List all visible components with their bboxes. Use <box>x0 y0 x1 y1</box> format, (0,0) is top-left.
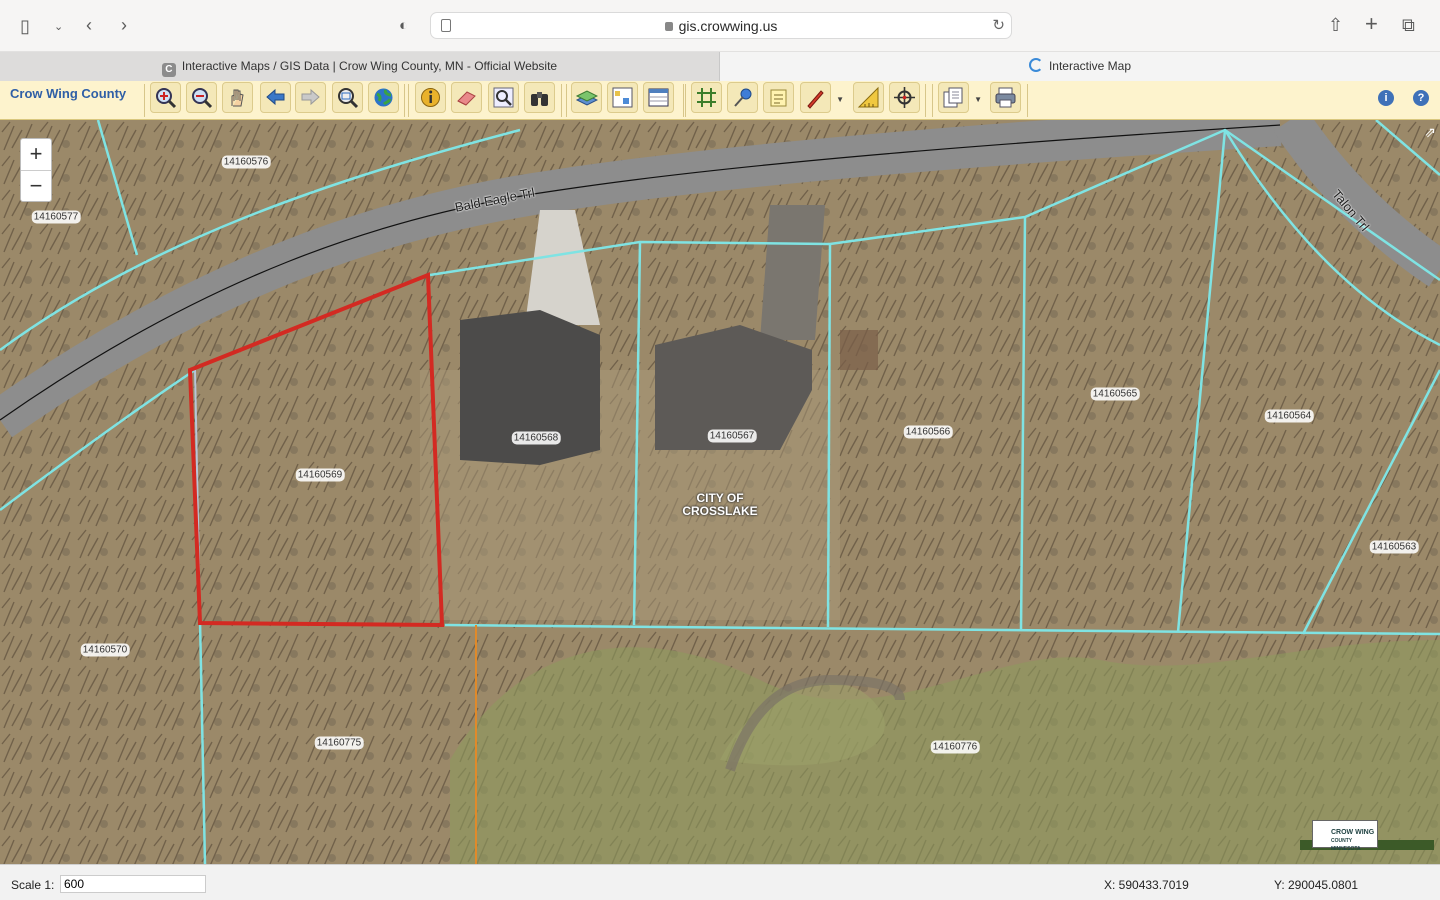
back-arrow-icon[interactable]: ‹ <box>86 15 92 35</box>
forward-arrow-icon[interactable]: › <box>121 15 127 35</box>
shield-icon[interactable]: ◐ <box>399 16 408 36</box>
previous-extent-button[interactable] <box>260 82 291 113</box>
zoom-to-extent-icon <box>338 88 359 109</box>
crosshair-icon <box>894 87 915 108</box>
eraser-button[interactable] <box>451 82 482 113</box>
tab-overview-icon[interactable]: ⧉ <box>1402 15 1415 35</box>
expand-icon[interactable]: ⇗ <box>1424 124 1436 141</box>
layers-icon <box>575 90 598 106</box>
draw-pen-icon <box>807 90 824 109</box>
parcel-label[interactable]: 14160568 <box>511 431 561 445</box>
previous-extent-icon <box>266 88 285 106</box>
browser-toolbar: ▯ ⌄ ‹ › ◐ gis.crowwing.us ↻ ⇧ + ⧉ <box>0 0 1440 52</box>
dropdown-arrow-icon[interactable]: ▼ <box>974 95 982 104</box>
parcel-label[interactable]: 14160564 <box>1264 409 1314 423</box>
map-canvas[interactable]: + − 14160576 14160577 14160569 14160568 … <box>0 120 1440 864</box>
pan-hand-button[interactable] <box>222 82 253 113</box>
lock-icon <box>664 22 673 31</box>
pushpin-button[interactable] <box>727 82 758 113</box>
zoom-in-button[interactable]: + <box>21 139 51 170</box>
identify-button[interactable] <box>415 82 446 113</box>
notes-icon <box>770 89 787 107</box>
printer-button[interactable] <box>990 82 1021 113</box>
info-icon[interactable]: i <box>1378 90 1394 106</box>
next-extent-icon <box>301 88 320 106</box>
parcel-label[interactable]: 14160570 <box>80 643 130 657</box>
binoculars-icon <box>531 92 548 106</box>
binoculars-button[interactable] <box>524 82 555 113</box>
zoom-control: + − <box>20 138 52 202</box>
legend-button[interactable] <box>607 82 638 113</box>
parcel-label[interactable]: 14160563 <box>1369 540 1419 554</box>
full-extent-globe-button[interactable] <box>368 82 399 113</box>
tab-interactive-map[interactable]: Interactive Map <box>720 52 1440 81</box>
draw-pen-button[interactable]: ▼ <box>800 82 844 113</box>
table-icon <box>648 88 669 107</box>
print-layout-button[interactable]: ▼ <box>938 82 982 113</box>
scale-input[interactable] <box>60 875 206 893</box>
pushpin-icon <box>734 88 752 107</box>
zoom-out-tool-button[interactable] <box>186 82 217 113</box>
city-label: CITY OF CROSSLAKE <box>682 491 758 518</box>
zoom-to-extent-button[interactable] <box>332 82 363 113</box>
search-magnifier-icon <box>493 87 514 108</box>
zoom-out-tool-icon <box>192 88 213 109</box>
parcel-label[interactable]: 14160576 <box>221 155 271 169</box>
table-button[interactable] <box>643 82 674 113</box>
tab-crow-wing-website[interactable]: C Interactive Maps / GIS Data | Crow Wing… <box>0 52 720 81</box>
parcel-label[interactable]: 14160565 <box>1090 387 1140 401</box>
favicon-c-icon: C <box>161 63 176 77</box>
share-icon[interactable]: ⇧ <box>1328 15 1343 35</box>
reload-icon[interactable]: ↻ <box>992 16 1005 34</box>
url-text: gis.crowwing.us <box>678 18 778 34</box>
layers-button[interactable] <box>571 82 602 113</box>
parcel-label[interactable]: 14160577 <box>31 210 81 224</box>
county-brand[interactable]: Crow Wing County <box>10 86 126 101</box>
dropdown-arrow-icon[interactable]: ▼ <box>836 95 844 104</box>
search-magnifier-button[interactable] <box>488 82 519 113</box>
eraser-icon <box>457 91 476 106</box>
map-toolbar: Crow Wing County ▼ ▼ i ? <box>0 81 1440 120</box>
grid-icon <box>697 88 716 107</box>
printer-icon <box>995 87 1016 108</box>
grid-button[interactable] <box>691 82 722 113</box>
sidebar-toggle-icon[interactable]: ▯ <box>20 16 30 36</box>
next-extent-button[interactable] <box>295 82 326 113</box>
county-logo-badge: CROW WING COUNTY MINNESOTA <box>1300 820 1434 852</box>
zoom-in-tool-icon <box>156 88 177 109</box>
new-tab-plus-icon[interactable]: + <box>1365 13 1378 35</box>
crosshair-button[interactable] <box>889 82 920 113</box>
status-bar: Scale 1: X: 590433.7019 Y: 290045.0801 <box>0 864 1440 900</box>
parcel-label[interactable]: 14160776 <box>930 740 980 754</box>
help-icon[interactable]: ? <box>1413 90 1429 106</box>
print-layout-icon <box>943 87 963 108</box>
parcel-label[interactable]: 14160566 <box>903 425 953 439</box>
county-logo: CROW WING COUNTY MINNESOTA <box>1312 820 1378 852</box>
favicon-map-icon <box>1028 58 1043 72</box>
measure-button[interactable] <box>853 82 884 113</box>
tab-bar: C Interactive Maps / GIS Data | Crow Wing… <box>0 52 1440 81</box>
scale-label: Scale 1: <box>11 878 55 892</box>
tab-title: Interactive Maps / GIS Data | Crow Wing … <box>181 59 558 73</box>
legend-icon <box>612 87 633 108</box>
parcel-label[interactable]: 14160569 <box>295 468 345 482</box>
identify-icon <box>421 88 440 107</box>
zoom-in-tool-button[interactable] <box>150 82 181 113</box>
x-coordinate: X: 590433.7019 <box>1104 878 1189 892</box>
chevron-down-icon[interactable]: ⌄ <box>54 17 63 37</box>
address-bar[interactable]: gis.crowwing.us ↻ <box>430 12 1012 39</box>
measure-icon <box>857 86 879 108</box>
tab-title: Interactive Map <box>1048 59 1132 73</box>
notes-button[interactable] <box>763 82 794 113</box>
zoom-out-button[interactable]: − <box>21 170 51 201</box>
full-extent-globe-icon <box>374 88 393 107</box>
pan-hand-icon <box>231 89 244 107</box>
y-coordinate: Y: 290045.0801 <box>1274 878 1359 892</box>
parcel-label[interactable]: 14160567 <box>707 429 757 443</box>
parcel-label[interactable]: 14160775 <box>314 736 364 750</box>
